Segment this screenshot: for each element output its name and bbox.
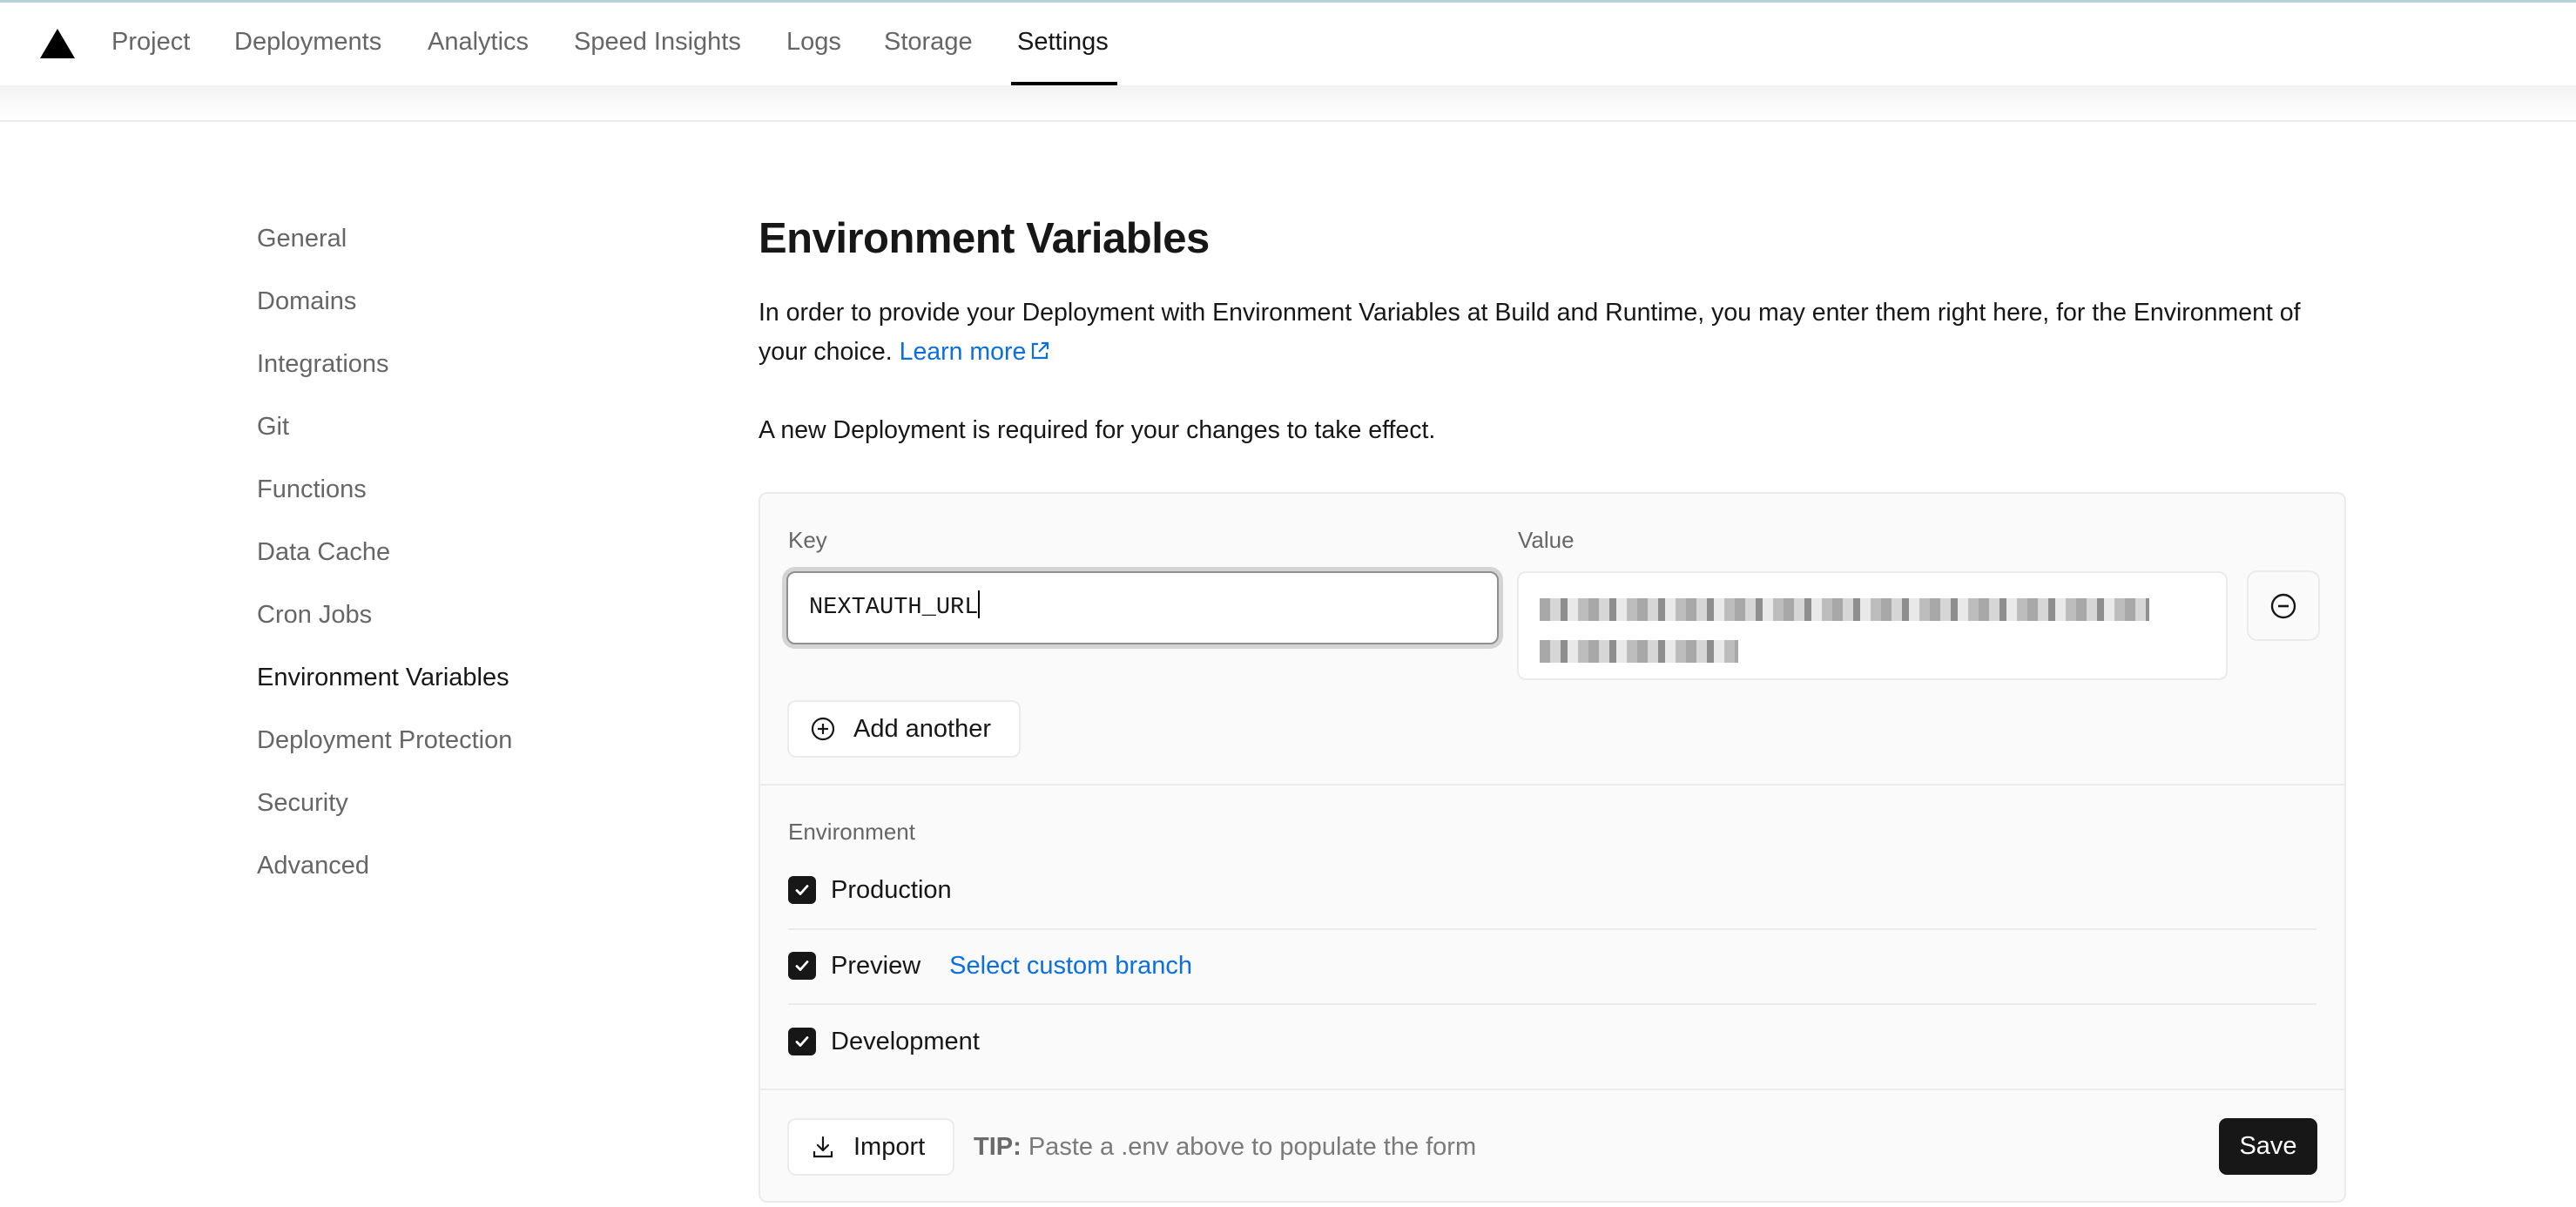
development-label: Development bbox=[831, 1027, 980, 1055]
download-icon bbox=[813, 1136, 833, 1158]
sidebar-item-advanced[interactable]: Advanced bbox=[257, 850, 369, 881]
learn-more-link[interactable]: Learn more bbox=[900, 338, 1051, 366]
import-button[interactable]: Import bbox=[787, 1118, 954, 1176]
description-paragraph: In order to provide your Deployment with… bbox=[759, 293, 2352, 372]
nav-tab-project[interactable]: Project bbox=[111, 26, 190, 57]
nav-tab-analytics[interactable]: Analytics bbox=[428, 26, 529, 57]
redacted-value-line bbox=[1540, 640, 1738, 663]
sidebar-item-security[interactable]: Security bbox=[257, 787, 348, 819]
value-input[interactable] bbox=[1517, 571, 2228, 680]
tip-body: Paste a .env above to populate the form bbox=[1028, 1133, 1477, 1161]
preview-label: Preview bbox=[831, 951, 921, 980]
production-checkbox[interactable] bbox=[788, 876, 816, 904]
key-input[interactable]: NEXTAUTH_URL bbox=[786, 571, 1499, 644]
top-navigation-bar bbox=[0, 3, 2576, 85]
development-checkbox[interactable] bbox=[788, 1028, 816, 1055]
env-row-development: Development bbox=[788, 1024, 980, 1059]
tip-text: TIP: Paste a .env above to populate the … bbox=[974, 1131, 1476, 1163]
nav-tab-settings[interactable]: Settings bbox=[1017, 26, 1109, 57]
minus-circle-icon bbox=[2270, 593, 2296, 618]
header-separator bbox=[0, 85, 2576, 122]
redeploy-notice: A new Deployment is required for your ch… bbox=[759, 416, 1436, 444]
text-caret bbox=[978, 590, 981, 618]
nav-tab-deployments[interactable]: Deployments bbox=[234, 26, 381, 57]
sidebar-item-integrations[interactable]: Integrations bbox=[257, 348, 389, 380]
checkmark-icon bbox=[795, 1036, 809, 1047]
sidebar-item-domains[interactable]: Domains bbox=[257, 286, 356, 317]
row-divider bbox=[788, 1003, 2316, 1005]
select-custom-branch-link[interactable]: Select custom branch bbox=[949, 952, 1192, 981]
add-another-button[interactable]: Add another bbox=[787, 700, 1021, 758]
save-button[interactable]: Save bbox=[2219, 1118, 2317, 1175]
sidebar-item-data-cache[interactable]: Data Cache bbox=[257, 536, 390, 568]
nav-tab-logs[interactable]: Logs bbox=[786, 26, 841, 57]
env-row-preview: Preview Select custom branch bbox=[788, 948, 1192, 983]
nav-tab-storage[interactable]: Storage bbox=[884, 26, 973, 57]
active-tab-indicator bbox=[1011, 82, 1117, 85]
key-label: Key bbox=[788, 527, 827, 553]
redacted-value-line bbox=[1540, 598, 2149, 621]
sidebar-item-git[interactable]: Git bbox=[257, 411, 289, 442]
vercel-logo-icon[interactable] bbox=[40, 29, 75, 58]
production-label: Production bbox=[831, 875, 952, 904]
add-another-label: Add another bbox=[853, 714, 992, 743]
preview-checkbox[interactable] bbox=[788, 952, 816, 980]
checkmark-icon bbox=[795, 961, 809, 971]
environment-label: Environment bbox=[788, 819, 915, 845]
tip-prefix: TIP: bbox=[974, 1133, 1022, 1161]
sidebar-item-environment-variables[interactable]: Environment Variables bbox=[257, 662, 509, 693]
sidebar-item-deployment-protection[interactable]: Deployment Protection bbox=[257, 725, 512, 756]
row-divider bbox=[788, 928, 2316, 930]
sidebar-item-cron-jobs[interactable]: Cron Jobs bbox=[257, 599, 372, 630]
remove-row-button[interactable] bbox=[2247, 570, 2320, 641]
import-label: Import bbox=[853, 1132, 926, 1161]
learn-more-label: Learn more bbox=[899, 338, 1027, 366]
external-link-icon bbox=[1032, 341, 1049, 360]
checkmark-icon bbox=[795, 885, 809, 895]
sidebar-item-general[interactable]: General bbox=[257, 223, 347, 254]
sidebar-item-functions[interactable]: Functions bbox=[257, 474, 367, 505]
value-label: Value bbox=[1518, 527, 1575, 553]
page-title: Environment Variables bbox=[759, 215, 1210, 262]
key-input-value: NEXTAUTH_URL bbox=[809, 595, 979, 621]
nav-tab-speed-insights[interactable]: Speed Insights bbox=[574, 26, 741, 57]
section-divider bbox=[760, 784, 2344, 786]
env-row-production: Production bbox=[788, 873, 952, 907]
plus-circle-icon bbox=[811, 717, 835, 741]
footer-divider bbox=[760, 1089, 2344, 1090]
